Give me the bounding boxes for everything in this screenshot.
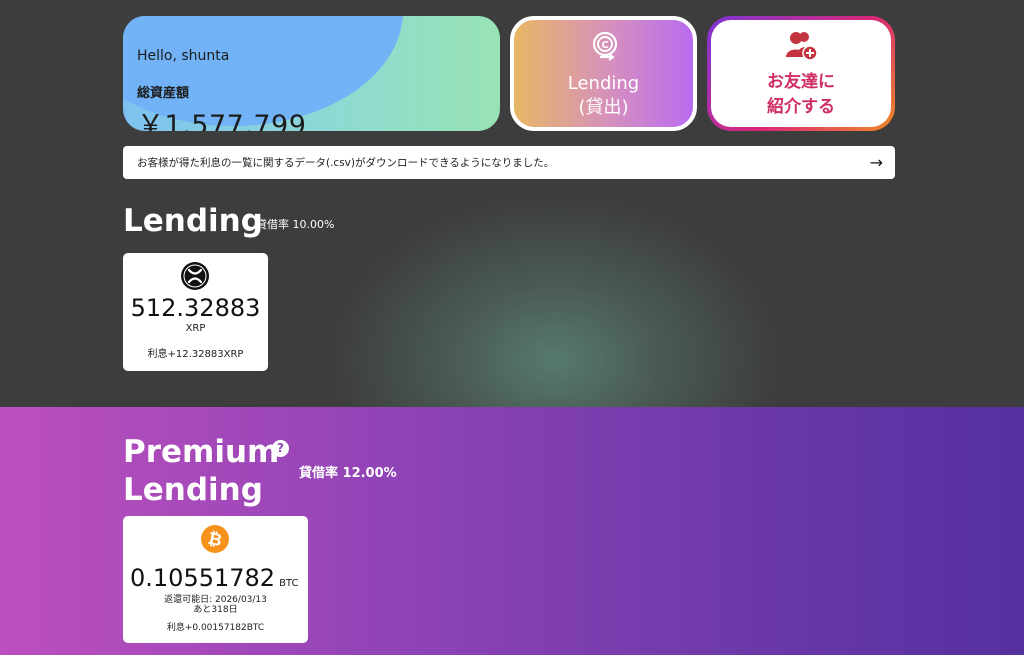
notice-text: お客様が得た利息の一覧に関するデータ(.csv)がダウンロードできるようになりま…: [137, 157, 555, 169]
premium-lending-title: Premium Lending: [123, 433, 279, 509]
xrp-unit: XRP: [185, 323, 206, 334]
btc-asset-card[interactable]: ₿ 0.10551782 BTC 返還可能日: 2026/03/13 あと318日…: [123, 516, 308, 643]
refer-friend-inner: お友達に 紹介する: [711, 20, 891, 127]
total-assets-card: Hello, shunta 総資産額 ￥1,577,799: [123, 16, 500, 131]
greeting-text: Hello, shunta: [137, 48, 230, 64]
help-icon[interactable]: ?: [272, 440, 289, 457]
total-assets-amount: ￥1,577,799: [137, 110, 307, 131]
btc-amount-row: 0.10551782 BTC: [130, 564, 298, 592]
lending-button-label: Lending (貸出): [514, 72, 693, 120]
premium-lending-rate: 貸借率 12.00%: [299, 466, 397, 481]
lending-button-line1: Lending: [567, 73, 640, 94]
premium-title-line1: Premium: [123, 434, 280, 470]
btc-redeem-info: 返還可能日: 2026/03/13 あと318日: [123, 595, 308, 615]
btc-redeem-date: 返還可能日: 2026/03/13: [164, 595, 267, 605]
lending-rate: 貸借率 10.00%: [256, 218, 335, 231]
btc-amount: 0.10551782: [130, 564, 276, 592]
add-friend-icon: [786, 32, 818, 61]
xrp-icon: [181, 262, 209, 290]
lending-icon: C: [592, 31, 618, 61]
refer-friend-line2: 紹介する: [767, 97, 835, 117]
arrow-right-icon: →: [869, 153, 883, 172]
lending-title: Lending: [123, 203, 263, 239]
btc-interest: 利息+0.00157182BTC: [166, 623, 265, 633]
refer-friend-button[interactable]: お友達に 紹介する: [707, 16, 895, 131]
refer-friend-line1: お友達に: [767, 72, 835, 92]
total-assets-label: 総資産額: [137, 86, 190, 101]
lending-button-line2: (貸出): [578, 97, 629, 118]
refer-friend-label: お友達に 紹介する: [711, 70, 891, 120]
xrp-asset-card[interactable]: 512.32883 XRP 利息+12.32883XRP: [123, 253, 268, 371]
svg-text:C: C: [601, 40, 608, 51]
bitcoin-icon: ₿: [201, 525, 229, 553]
xrp-amount: 512.32883: [130, 294, 261, 322]
csv-download-notice[interactable]: お客様が得た利息の一覧に関するデータ(.csv)がダウンロードできるようになりま…: [123, 146, 895, 179]
xrp-interest: 利息+12.32883XRP: [147, 349, 244, 360]
btc-unit: BTC: [279, 578, 299, 589]
lending-button[interactable]: C Lending (貸出): [510, 16, 697, 131]
btc-remaining-days: あと318日: [193, 605, 238, 615]
premium-title-line2: Lending: [123, 472, 263, 508]
